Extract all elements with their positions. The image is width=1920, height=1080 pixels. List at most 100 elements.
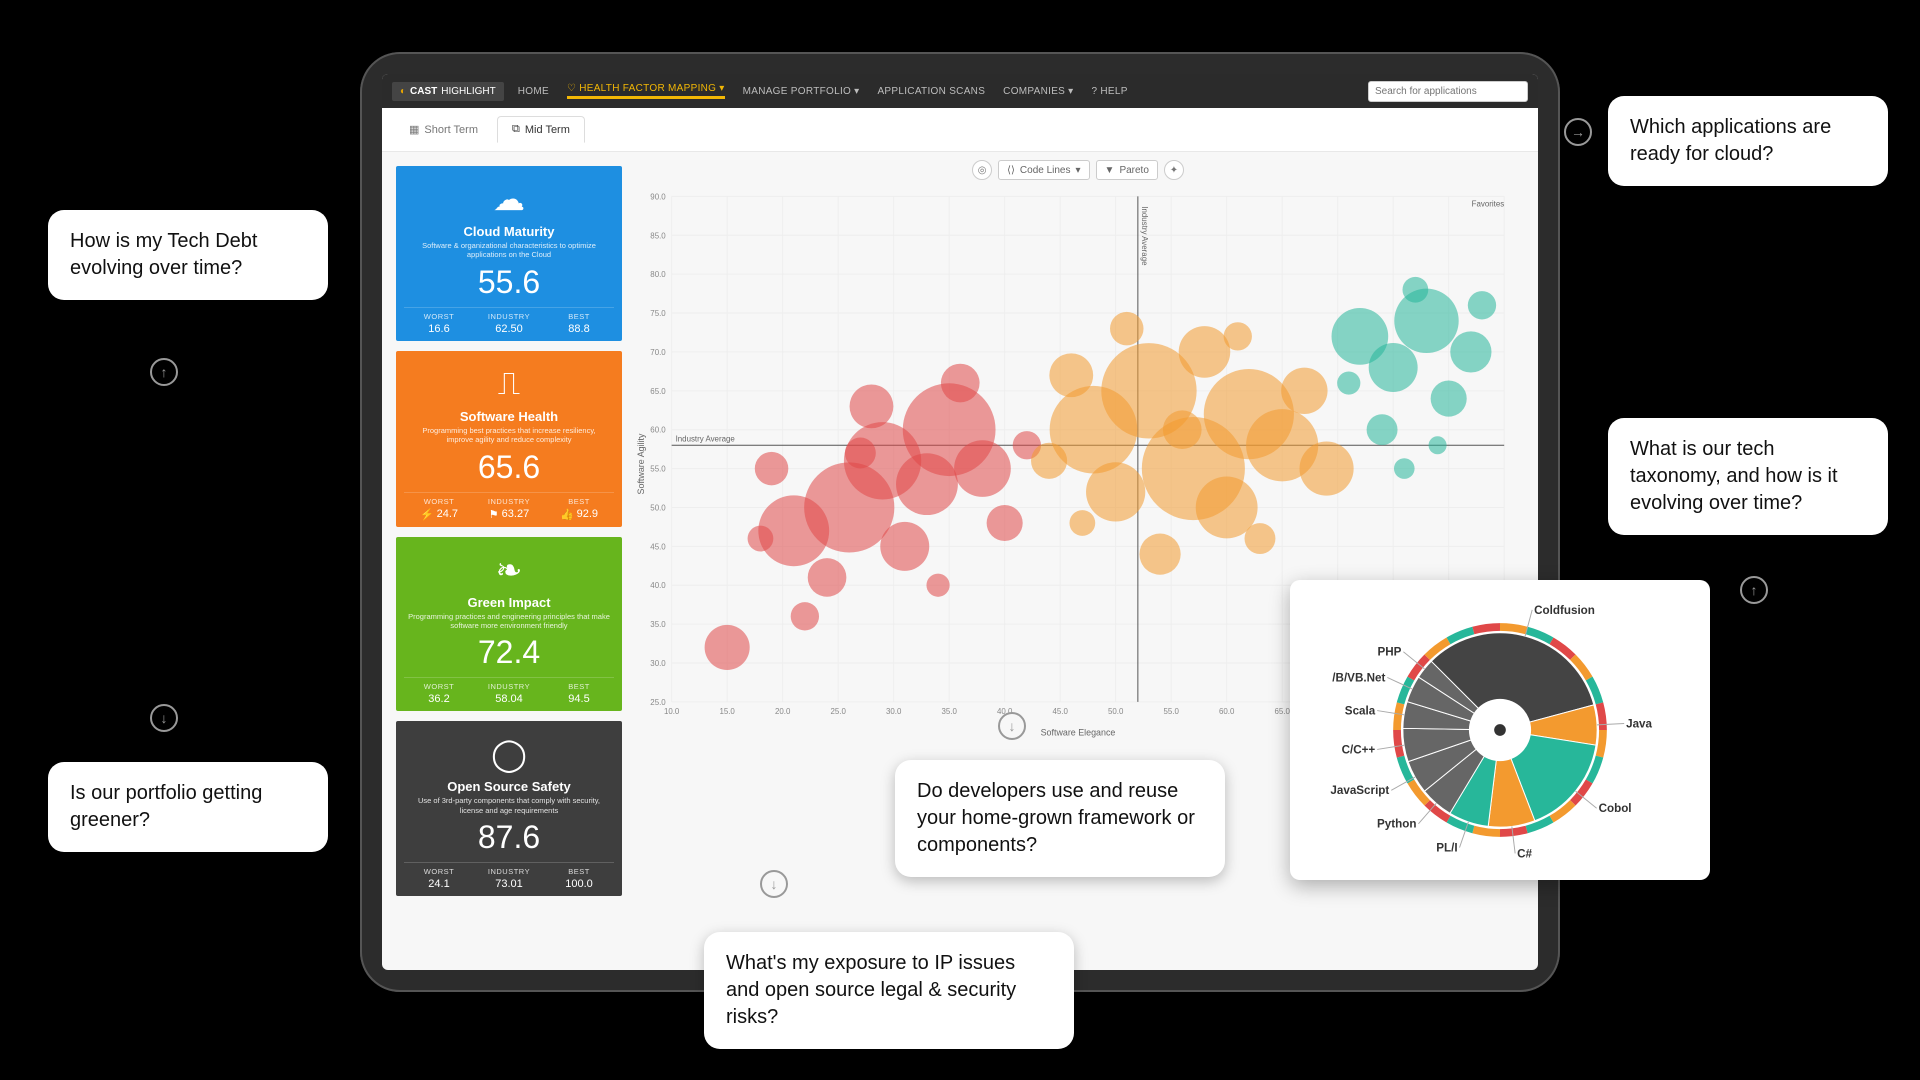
card-title: Cloud Maturity	[404, 224, 614, 239]
svg-text:45.0: 45.0	[1052, 707, 1068, 716]
leaf-icon: ❧	[404, 551, 614, 589]
stat-best: 94.5	[544, 693, 614, 705]
card-stats: WORST24.1 INDUSTRY73.01 BEST100.0	[404, 862, 614, 896]
nav-companies-label: COMPANIES	[1003, 86, 1065, 97]
size-by-label: Code Lines	[1020, 165, 1071, 176]
card-desc: Programming practices and engineering pr…	[404, 612, 614, 631]
stat-label: WORST	[404, 682, 474, 691]
taxonomy-donut[interactable]: ColdfusionJavaCobolC#PL/IPythonJavaScrip…	[1304, 594, 1696, 866]
svg-text:C/C++: C/C++	[1342, 743, 1376, 756]
svg-text:50.0: 50.0	[1108, 707, 1124, 716]
svg-text:70.0: 70.0	[650, 348, 666, 357]
flag-icon: ⚑	[489, 508, 499, 521]
taxonomy-donut-panel: ColdfusionJavaCobolC#PL/IPythonJavaScrip…	[1290, 580, 1710, 880]
svg-text:JavaScript: JavaScript	[1330, 784, 1389, 797]
callout-cloud: Which applications are ready for cloud?	[1608, 96, 1888, 186]
chevron-down-icon: ▾	[719, 83, 724, 94]
tab-mid-term[interactable]: ⧉ Mid Term	[497, 116, 585, 143]
card-title: Open Source Safety	[404, 779, 614, 794]
stat-label: BEST	[544, 867, 614, 876]
callout-text: How is my Tech Debt evolving over time?	[70, 230, 257, 279]
svg-text:/B/VB.Net: /B/VB.Net	[1332, 671, 1385, 684]
svg-text:85.0: 85.0	[650, 231, 666, 240]
svg-text:25.0: 25.0	[830, 707, 846, 716]
svg-text:60.0: 60.0	[1219, 707, 1235, 716]
card-software-health[interactable]: ⎍ Software Health Programming best pract…	[396, 351, 622, 527]
svg-text:30.0: 30.0	[650, 659, 666, 668]
card-value: 87.6	[404, 819, 614, 856]
callout-text: What is our tech taxonomy, and how is it…	[1630, 438, 1838, 514]
card-cloud-maturity[interactable]: ☁ Cloud Maturity Software & organization…	[396, 166, 622, 341]
svg-text:Software Agility: Software Agility	[636, 433, 646, 494]
chevron-down-icon: ▾	[1076, 165, 1081, 176]
opensource-icon: ◯	[404, 735, 614, 773]
settings-button[interactable]: ✦	[1164, 160, 1184, 180]
svg-text:40.0: 40.0	[997, 707, 1013, 716]
svg-text:Python: Python	[1377, 818, 1416, 831]
term-tabs: ▦ Short Term ⧉ Mid Term	[382, 108, 1538, 152]
nav-hfmap-label: HEALTH FACTOR MAPPING	[579, 83, 716, 94]
size-by-dropdown[interactable]: ⟨⟩ Code Lines ▾	[998, 160, 1089, 180]
connector-taxonomy: ↑	[1740, 576, 1768, 604]
svg-text:25.0: 25.0	[650, 698, 666, 707]
heartbeat-icon: ⎍	[404, 365, 614, 403]
nav-companies[interactable]: COMPANIES ▾	[1003, 86, 1073, 97]
connector-cloud: →	[1564, 118, 1592, 146]
filter-icon: ▼	[1105, 165, 1115, 176]
top-nav: ◐ CAST HIGHLIGHT HOME ♡ HEALTH FACTOR MA…	[382, 74, 1538, 108]
target-button[interactable]: ◎	[972, 160, 992, 180]
nav-help[interactable]: ? HELP	[1091, 86, 1127, 97]
pareto-button[interactable]: ▼ Pareto	[1096, 160, 1158, 180]
stat-worst: 24.7	[437, 508, 458, 520]
stat-best: 88.8	[544, 323, 614, 335]
chevron-down-icon: ▾	[1068, 86, 1073, 97]
callout-oss: What's my exposure to IP issues and open…	[704, 932, 1074, 1049]
stat-worst: 16.6	[404, 323, 474, 335]
card-green-impact[interactable]: ❧ Green Impact Programming practices and…	[396, 537, 622, 712]
calendar-icon: ▦	[409, 123, 419, 136]
card-stats: WORST16.6 INDUSTRY62.50 BEST88.8	[404, 307, 614, 341]
stat-worst: 24.1	[404, 878, 474, 890]
nav-home[interactable]: HOME	[518, 86, 549, 97]
svg-text:40.0: 40.0	[650, 581, 666, 590]
stat-label: WORST	[404, 312, 474, 321]
svg-text:35.0: 35.0	[941, 707, 957, 716]
callout-text: Which applications are ready for cloud?	[1630, 116, 1831, 165]
svg-text:90.0: 90.0	[650, 192, 666, 201]
tab-short-label: Short Term	[424, 124, 478, 136]
nav-manage-portfolio[interactable]: MANAGE PORTFOLIO ▾	[743, 86, 860, 97]
search-input[interactable]	[1368, 81, 1528, 102]
tab-short-term[interactable]: ▦ Short Term	[394, 116, 493, 143]
cloud-icon: ☁	[404, 180, 614, 218]
stat-label: INDUSTRY	[474, 682, 544, 691]
svg-text:55.0: 55.0	[650, 465, 666, 474]
stat-label: BEST	[544, 312, 614, 321]
card-open-source-safety[interactable]: ◯ Open Source Safety Use of 3rd-party co…	[396, 721, 622, 896]
stat-industry: 58.04	[474, 693, 544, 705]
svg-text:Industry Average: Industry Average	[1140, 206, 1149, 266]
stat-label: WORST	[404, 867, 474, 876]
stat-label: INDUSTRY	[474, 312, 544, 321]
nav-help-label: HELP	[1100, 86, 1127, 97]
nav-manage-label: MANAGE PORTFOLIO	[743, 86, 852, 97]
stat-label: INDUSTRY	[474, 497, 544, 506]
stat-worst: 36.2	[404, 693, 474, 705]
card-value: 72.4	[404, 634, 614, 671]
svg-text:65.0: 65.0	[1274, 707, 1290, 716]
callout-text: Is our portfolio getting greener?	[70, 782, 262, 831]
stat-best: 92.9	[577, 508, 598, 520]
brand-logo[interactable]: ◐ CAST HIGHLIGHT	[392, 82, 504, 101]
svg-text:Software Elegance: Software Elegance	[1041, 728, 1116, 738]
help-icon: ?	[1091, 86, 1097, 97]
stat-best: 100.0	[544, 878, 614, 890]
stat-industry: 73.01	[474, 878, 544, 890]
svg-text:C#: C#	[1517, 847, 1532, 860]
card-title: Green Impact	[404, 595, 614, 610]
card-value: 65.6	[404, 449, 614, 486]
nav-health-factor-mapping[interactable]: ♡ HEALTH FACTOR MAPPING ▾	[567, 83, 725, 99]
bolt-icon: ⚡	[420, 508, 434, 521]
pareto-label: Pareto	[1119, 165, 1148, 176]
card-desc: Programming best practices that increase…	[404, 426, 614, 445]
nav-application-scans[interactable]: APPLICATION SCANS	[877, 86, 985, 97]
svg-text:80.0: 80.0	[650, 270, 666, 279]
